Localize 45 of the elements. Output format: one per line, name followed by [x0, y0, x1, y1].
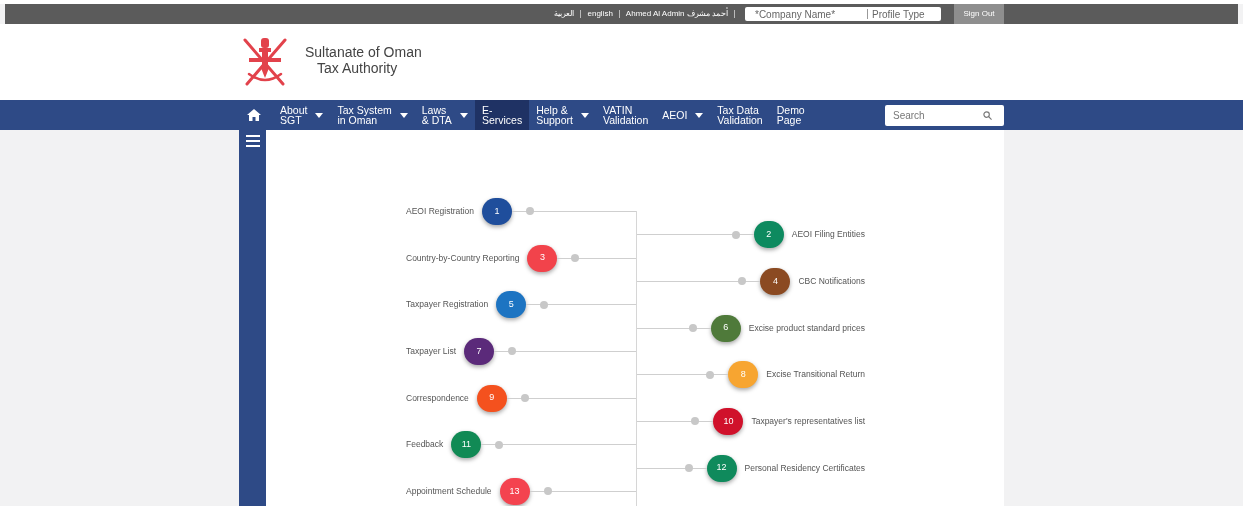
- service-label[interactable]: AEOI Filing Entities: [791, 228, 865, 242]
- site-subtitle: Tax Authority: [316, 60, 399, 76]
- nav-item[interactable]: E- Services: [474, 100, 530, 130]
- service-label[interactable]: Appointment Schedule: [406, 485, 492, 498]
- nav-item[interactable]: About SGT: [273, 100, 331, 130]
- step-number[interactable]: 1: [482, 197, 513, 225]
- step-number[interactable]: 2: [753, 221, 784, 249]
- service-label[interactable]: CBC Notifications: [798, 275, 865, 288]
- company-name-input[interactable]: *Company Name*: [745, 7, 867, 21]
- site-title: Sultanate of Oman: [305, 44, 422, 60]
- nav-item[interactable]: Laws & DTA: [414, 100, 475, 130]
- step-number[interactable]: 13: [499, 477, 530, 505]
- nav-item[interactable]: Help & Support: [529, 100, 596, 130]
- service-label[interactable]: Personal Residency Certificates: [744, 461, 865, 475]
- service-label[interactable]: Correspondence: [406, 391, 469, 405]
- step-number[interactable]: 10: [713, 407, 744, 435]
- step-number[interactable]: 12: [706, 454, 737, 482]
- language-link[interactable]: العربية: [548, 8, 581, 20]
- nav-item[interactable]: Tax System in Oman: [330, 100, 415, 130]
- service-label[interactable]: Taxpayer List: [406, 345, 457, 358]
- step-number[interactable]: 11: [451, 431, 482, 459]
- user-name: أحمد مشرف Ahmed Al Admin: [624, 8, 729, 20]
- step-number[interactable]: 3: [527, 244, 558, 272]
- step-number[interactable]: 6: [710, 314, 741, 342]
- step-number[interactable]: 4: [760, 267, 791, 295]
- step-number[interactable]: 7: [464, 337, 495, 365]
- nav-item[interactable]: AEOI: [655, 100, 711, 130]
- nav-item[interactable]: Tax Data Validation: [710, 100, 770, 130]
- company-profile-field[interactable]: *Company Name* Profile Type: [745, 7, 941, 21]
- service-label[interactable]: Country-by-Country Reporting: [406, 251, 520, 265]
- step-number[interactable]: 5: [496, 291, 527, 319]
- service-label[interactable]: Taxpayer's representatives list: [751, 415, 865, 428]
- search-icon[interactable]: [983, 110, 992, 120]
- menu-icon[interactable]: [245, 135, 260, 147]
- nav-item[interactable]: Demo Page: [769, 100, 812, 130]
- nav-item[interactable]: VATIN Validation: [595, 100, 656, 130]
- service-label[interactable]: Excise product standard prices: [748, 321, 865, 335]
- home-icon[interactable]: [247, 109, 261, 121]
- service-label[interactable]: Taxpayer Registration: [406, 298, 489, 312]
- service-label[interactable]: Feedback: [406, 438, 444, 452]
- service-label[interactable]: Excise Transitional Return: [766, 368, 865, 382]
- profile-type-select[interactable]: Profile Type: [868, 6, 929, 22]
- service-label[interactable]: AEOI Registration: [406, 204, 475, 218]
- language-link[interactable]: english: [581, 8, 619, 20]
- search-field[interactable]: Search: [885, 104, 1004, 126]
